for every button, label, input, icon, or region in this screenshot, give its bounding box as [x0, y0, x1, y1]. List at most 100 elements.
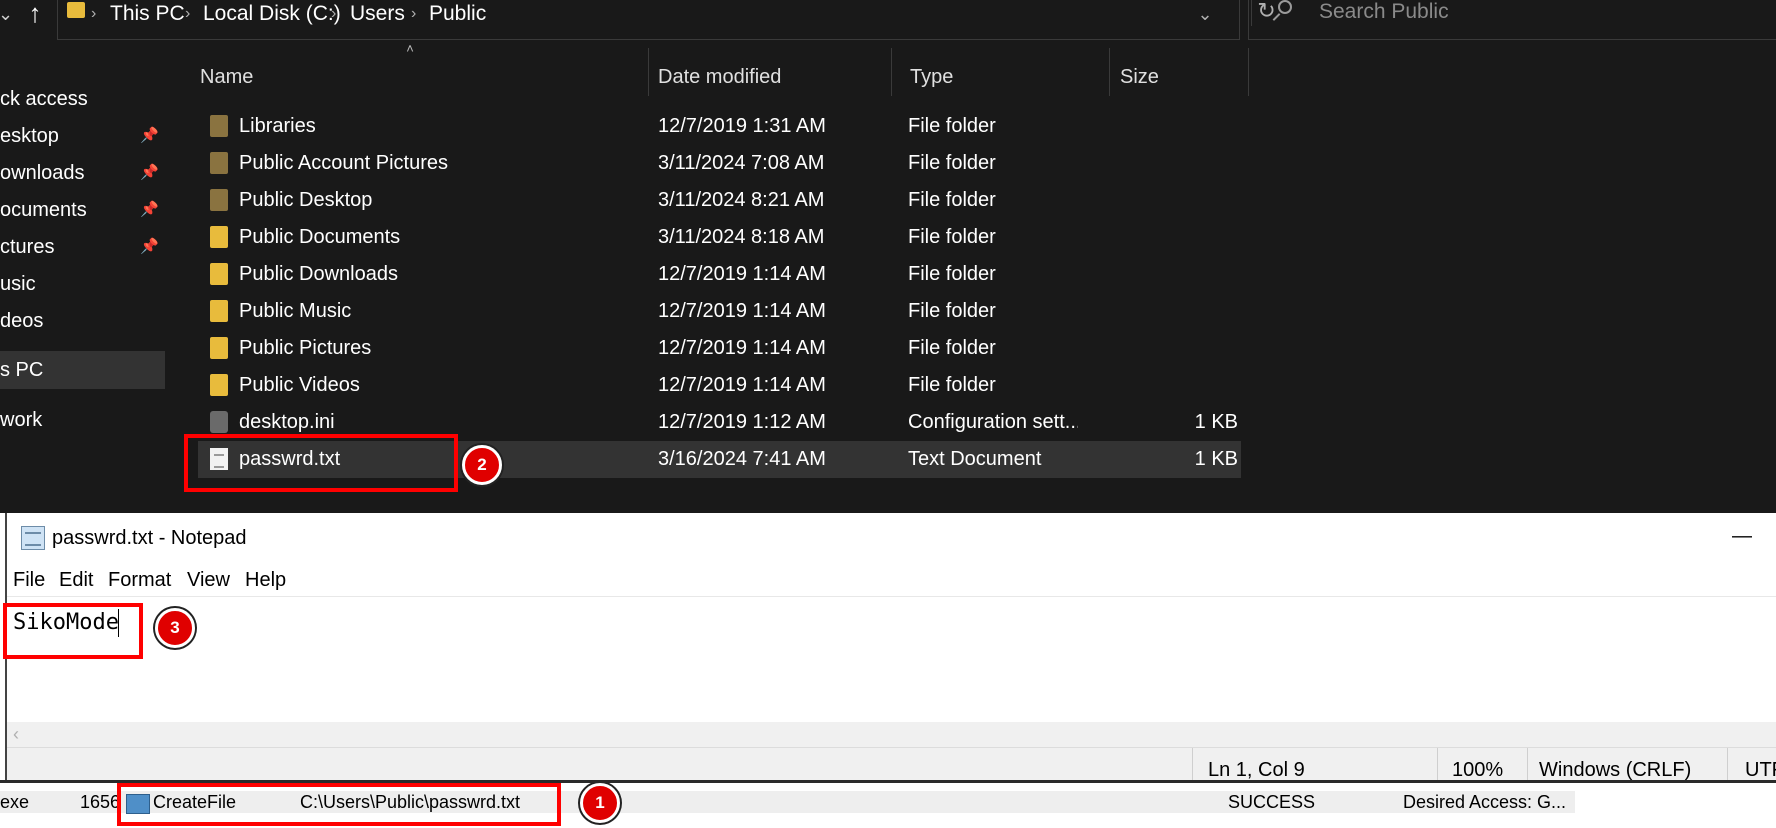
file-type: File folder — [908, 263, 996, 285]
pin-icon: 📌 — [140, 238, 159, 255]
file-date: 3/11/2024 8:18 AM — [658, 226, 825, 248]
file-type: File folder — [908, 337, 996, 359]
column-divider[interactable] — [648, 48, 649, 96]
nav-item-label: work — [0, 409, 43, 431]
table-row[interactable]: desktop.ini 12/7/2019 1:12 AM Configurat… — [198, 404, 1241, 441]
file-size — [1108, 219, 1238, 256]
chevron-right-icon[interactable]: › — [91, 4, 96, 24]
table-row[interactable]: Public Pictures 12/7/2019 1:14 AM File f… — [198, 330, 1241, 367]
file-size: 1 KB — [1194, 411, 1238, 433]
nav-item-quick-access[interactable]: ck access — [0, 80, 165, 118]
menu-edit[interactable]: Edit — [59, 566, 93, 594]
nav-item-label: ctures — [0, 236, 55, 258]
folder-icon — [210, 115, 228, 137]
table-row[interactable]: exe 1656 CreateFile C:\Users\Public\pass… — [0, 791, 1575, 814]
column-header-size[interactable]: Size — [1120, 56, 1220, 98]
up-arrow-icon[interactable]: ↑ — [22, 0, 48, 28]
nav-item-desktop[interactable]: esktop 📌 — [0, 117, 165, 155]
nav-item-pictures[interactable]: ctures 📌 — [0, 228, 165, 266]
notepad-icon — [21, 526, 45, 550]
nav-item-label: ownloads — [0, 162, 85, 184]
menu-format[interactable]: Format — [108, 566, 171, 594]
settings-file-icon — [210, 411, 228, 433]
step-badge: 1 — [580, 783, 620, 823]
file-date: 3/11/2024 7:08 AM — [658, 152, 825, 174]
menu-bar: File Edit Format View Help — [7, 563, 1776, 597]
table-row[interactable]: Public Desktop 3/11/2024 8:21 AM File fo… — [198, 182, 1241, 219]
file-date: 12/7/2019 1:31 AM — [658, 115, 826, 137]
file-size: 1 KB — [1194, 448, 1238, 470]
text-editor[interactable]: SikoMode 3 — [3, 597, 1776, 722]
chevron-right-icon[interactable]: › — [185, 4, 190, 24]
step-badge: 3 — [155, 608, 195, 648]
chevron-down-icon[interactable]: ⌄ — [0, 2, 16, 26]
address-bar[interactable]: › This PC › Local Disk (C:) › Users › Pu… — [57, 0, 1276, 40]
operation-icon — [126, 794, 150, 814]
file-type: File folder — [908, 300, 996, 322]
title-bar[interactable]: passwrd.txt - Notepad — — [7, 513, 1776, 563]
process-monitor-strip: exe 1656 CreateFile C:\Users\Public\pass… — [0, 783, 1776, 828]
table-row[interactable]: Public Account Pictures 3/11/2024 7:08 A… — [198, 145, 1241, 182]
nav-item-documents[interactable]: ocuments 📌 — [0, 191, 165, 229]
breadcrumb-this-pc[interactable]: This PC — [110, 2, 185, 26]
column-divider[interactable] — [1109, 48, 1110, 96]
table-row[interactable]: Public Videos 12/7/2019 1:14 AM File fol… — [198, 367, 1241, 404]
table-row[interactable]: Public Downloads 12/7/2019 1:14 AM File … — [198, 256, 1241, 293]
breadcrumb-public[interactable]: Public — [429, 2, 486, 26]
breadcrumb-users[interactable]: Users — [350, 2, 405, 26]
process-name: exe — [0, 792, 30, 812]
scroll-left-icon[interactable]: ‹ — [13, 723, 19, 745]
horizontal-scrollbar[interactable]: ‹ — [7, 722, 1776, 747]
minimize-icon[interactable]: — — [1727, 523, 1757, 549]
file-type: File folder — [908, 226, 996, 248]
notepad-window: passwrd.txt - Notepad — File Edit Format… — [3, 513, 1776, 794]
nav-item-music[interactable]: usic — [0, 265, 165, 303]
search-box[interactable] — [1248, 0, 1776, 40]
file-date: 12/7/2019 1:12 AM — [658, 411, 826, 433]
folder-icon — [210, 337, 228, 359]
file-name: Public Downloads — [239, 263, 398, 285]
pin-icon: 📌 — [140, 127, 159, 144]
file-type: File folder — [908, 189, 996, 211]
table-row[interactable]: Public Documents 3/11/2024 8:18 AM File … — [198, 219, 1241, 256]
menu-help[interactable]: Help — [245, 566, 286, 594]
chevron-right-icon[interactable]: › — [411, 4, 416, 24]
menu-view[interactable]: View — [187, 566, 230, 594]
file-type: File folder — [908, 374, 996, 396]
file-date: 12/7/2019 1:14 AM — [658, 337, 826, 359]
breadcrumb-local-disk[interactable]: Local Disk (C:) — [203, 2, 341, 26]
table-row-selected[interactable]: passwrd.txt 3/16/2024 7:41 AM Text Docum… — [198, 441, 1241, 478]
nav-item-downloads[interactable]: ownloads 📌 — [0, 154, 165, 192]
nav-item-this-pc[interactable]: s PC — [0, 351, 165, 389]
nav-item-label: ck access — [0, 88, 88, 110]
folder-icon — [210, 189, 228, 211]
table-row[interactable]: Public Music 12/7/2019 1:14 AM File fold… — [198, 293, 1241, 330]
operation: CreateFile — [153, 792, 237, 812]
search-input[interactable] — [1319, 0, 1749, 26]
nav-item-videos[interactable]: deos — [0, 302, 165, 340]
column-header-date-modified[interactable]: Date modified — [658, 56, 858, 98]
file-size — [1108, 330, 1238, 367]
menu-file[interactable]: File — [13, 566, 45, 594]
chevron-down-icon[interactable]: ⌄ — [1193, 2, 1217, 26]
file-name: Libraries — [239, 115, 316, 137]
column-header-type[interactable]: Type — [910, 56, 1090, 98]
file-date: 3/11/2024 8:21 AM — [658, 189, 825, 211]
file-type: File folder — [908, 152, 996, 174]
file-name: Public Account Pictures — [239, 152, 448, 174]
column-divider[interactable] — [1248, 48, 1249, 96]
table-row[interactable]: Libraries 12/7/2019 1:31 AM File folder — [198, 108, 1241, 145]
folder-icon — [67, 2, 85, 18]
column-header-name[interactable]: Name — [200, 56, 630, 98]
nav-item-label: usic — [0, 273, 36, 295]
file-size — [1108, 256, 1238, 293]
column-divider[interactable] — [891, 48, 892, 96]
text-caret — [118, 609, 119, 637]
chevron-right-icon[interactable]: › — [331, 4, 336, 24]
nav-item-network[interactable]: work — [0, 401, 165, 439]
file-size — [1108, 145, 1238, 182]
file-size — [1108, 293, 1238, 330]
file-date: 12/7/2019 1:14 AM — [658, 263, 826, 285]
nav-item-label: deos — [0, 310, 44, 332]
editor-content[interactable]: SikoMode — [13, 609, 119, 637]
